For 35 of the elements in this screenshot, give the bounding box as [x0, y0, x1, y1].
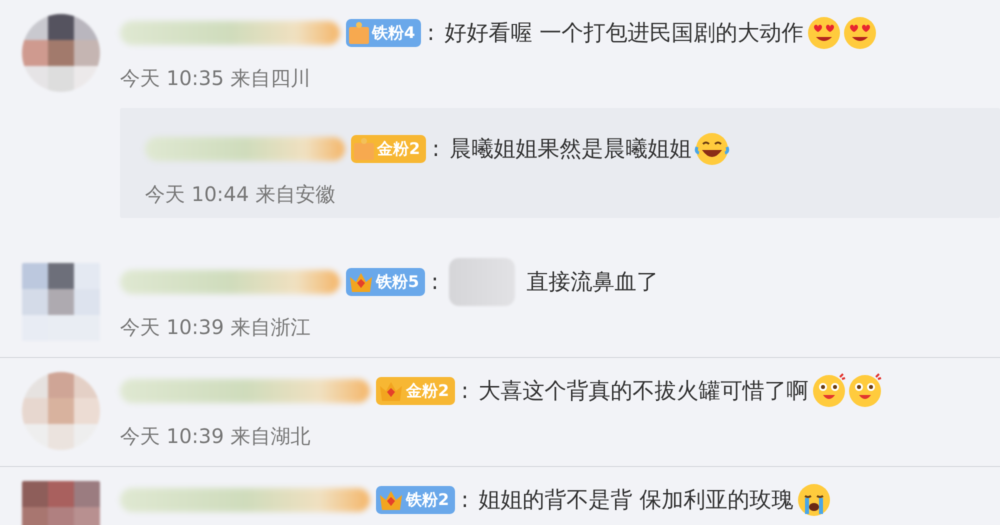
emoji-icon	[806, 15, 842, 51]
comment-text: 大喜这个背真的不拔火罐可惜了啊	[478, 378, 810, 406]
emoji-icon	[846, 373, 883, 409]
blurred-username[interactable]	[145, 137, 345, 161]
fan-level-label: 铁粉4	[372, 22, 416, 44]
colon: :	[461, 378, 469, 404]
gift-icon	[353, 137, 375, 161]
fan-level-label: 金粉2	[406, 380, 450, 402]
fan-level-label: 铁粉2	[406, 490, 450, 510]
blurred-avatar[interactable]	[22, 263, 100, 341]
blurred-username[interactable]	[120, 379, 370, 403]
colon: :	[431, 270, 439, 294]
blurred-avatar[interactable]	[22, 14, 100, 92]
comment-time: 今天 10:35 来自四川	[120, 64, 312, 92]
comment-text: 直接流鼻血了	[526, 269, 660, 297]
blurred-username[interactable]	[120, 21, 340, 45]
comment-text: 晨曦姐姐果然是晨曦姐姐	[450, 136, 693, 164]
fan-level-label: 铁粉5	[376, 272, 420, 292]
gift-icon	[348, 21, 370, 45]
emoji-icon	[796, 482, 832, 518]
comment-text: 姐姐的背不是背 保加利亚的玫瑰	[478, 487, 795, 515]
colon: :	[432, 136, 440, 162]
blurred-username[interactable]	[120, 270, 340, 294]
comment-time: 今天 10:39 来自浙江	[120, 314, 312, 340]
reply-time: 今天 10:44 来自安徽	[145, 180, 336, 208]
colon: :	[427, 20, 435, 46]
blurred-username[interactable]	[120, 488, 370, 512]
emoji-icon	[694, 131, 730, 167]
colon: :	[461, 488, 469, 512]
blurred-image[interactable]	[448, 258, 515, 306]
emoji-icon	[842, 15, 878, 51]
comment-text: 好好看喔 一个打包进民国剧的大动作	[444, 20, 805, 48]
comment-time: 今天 10:39 来自湖北	[120, 422, 312, 450]
emoji-icon	[810, 373, 847, 409]
fan-level-label: 金粉2	[377, 138, 420, 160]
